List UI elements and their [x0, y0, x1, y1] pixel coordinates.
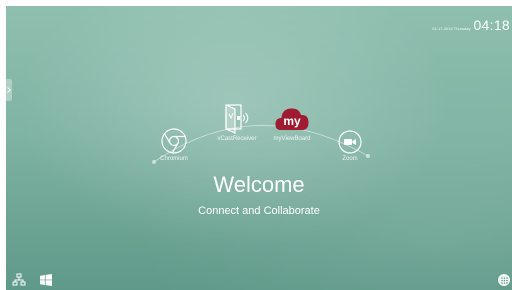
app-chromium[interactable]: Chromium: [144, 128, 204, 162]
vcast-receiver-icon: [225, 104, 249, 134]
welcome-title: Welcome: [213, 172, 305, 197]
desktop-screen: 01-17-2019 Thursday 04:18 Chromium vCast…: [6, 6, 512, 290]
app-label-vcastreceiver: vCastReceiver: [217, 136, 257, 142]
app-label-zoom: Zoom: [342, 156, 358, 162]
windows-icon[interactable]: [40, 274, 52, 286]
app-label-chromium: Chromium: [160, 156, 188, 162]
launcher-arc: [152, 125, 370, 164]
app-label-myviewboard: myViewBoard: [273, 136, 311, 142]
app-zoom[interactable]: Zoom: [320, 130, 380, 162]
app-vcastreceiver[interactable]: vCastReceiver: [207, 102, 267, 142]
zoom-icon: [338, 130, 362, 154]
svg-text:my: my: [283, 114, 301, 128]
welcome-subtitle: Connect and Collaborate: [198, 205, 320, 217]
chromium-icon: [161, 128, 187, 154]
myviewboard-icon: my: [275, 108, 309, 130]
apps-grid-icon: [500, 276, 508, 284]
app-myviewboard[interactable]: my myViewBoard: [262, 104, 322, 142]
apps-menu-button[interactable]: [498, 274, 510, 286]
network-icon[interactable]: [12, 273, 26, 287]
